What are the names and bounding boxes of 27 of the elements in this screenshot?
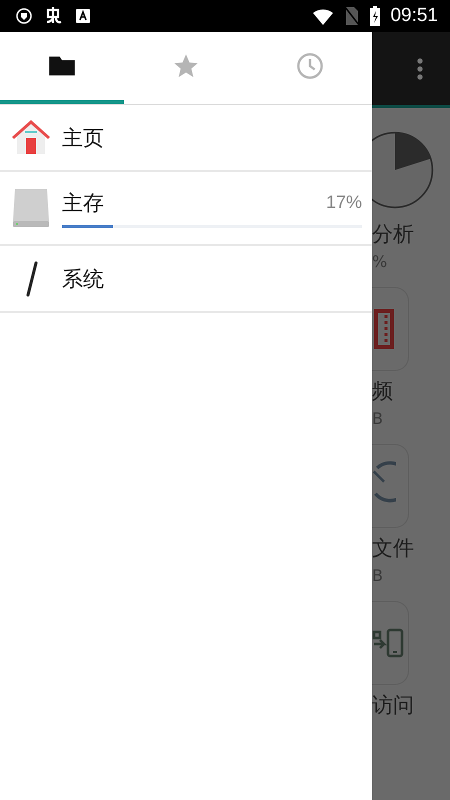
- category-label: 访问: [372, 692, 414, 719]
- drawer-item[interactable]: 主页: [0, 105, 372, 172]
- star-icon: [172, 52, 200, 80]
- item-label: 主存: [62, 190, 104, 216]
- keyboard-icon: [76, 9, 90, 23]
- more-options-icon[interactable]: [416, 56, 424, 80]
- app-glyph-icon: [44, 6, 64, 26]
- film-icon: [372, 307, 394, 351]
- category-label: 分析: [372, 221, 414, 248]
- category-label: 频: [372, 378, 393, 405]
- category-size: %: [372, 252, 388, 271]
- clock-icon: [296, 52, 324, 80]
- no-sim-icon: [344, 6, 360, 26]
- item-label: 主页: [62, 124, 104, 152]
- drawer-item[interactable]: 主存 17%: [0, 172, 372, 246]
- shield-icon: [16, 8, 32, 24]
- usage-percent: 17%: [326, 192, 362, 213]
- category-card[interactable]: [372, 287, 409, 371]
- clock-time: 09:51: [390, 5, 438, 27]
- category-label: 文件: [372, 535, 414, 562]
- drive-icon: [11, 187, 51, 229]
- phone-transfer-icon: [372, 626, 404, 660]
- item-label: 系统: [62, 266, 104, 292]
- category-card[interactable]: [372, 601, 409, 685]
- category-card[interactable]: [372, 444, 409, 528]
- wifi-icon: [312, 7, 334, 25]
- battery-charging-icon: [370, 6, 380, 26]
